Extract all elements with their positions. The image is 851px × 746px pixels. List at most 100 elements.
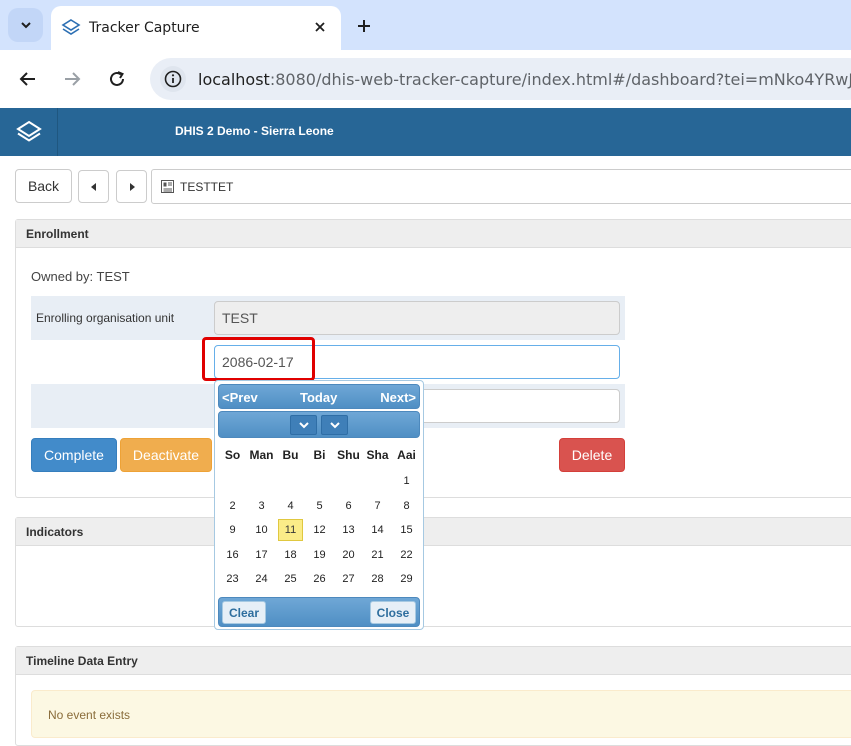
calendar-day[interactable]: 27	[334, 569, 363, 589]
chevron-down-icon	[329, 422, 340, 429]
calendar-day[interactable]: 7	[363, 496, 392, 516]
calendar-week: 23 24 25 26 27 28 29	[218, 567, 422, 592]
close-icon[interactable]	[311, 18, 329, 36]
calendar-day[interactable]: 12	[305, 520, 334, 540]
info-icon[interactable]	[160, 66, 186, 92]
weekday-label: Bi	[313, 448, 326, 462]
tab-title: Tracker Capture	[89, 20, 200, 36]
datepicker-selects	[218, 411, 420, 438]
tei-selector[interactable]: TESTTET	[151, 169, 851, 204]
calendar-day[interactable]: 28	[363, 569, 392, 589]
calendar-day[interactable]: 24	[247, 569, 276, 589]
calendar-day[interactable]: 20	[334, 545, 363, 565]
calendar-day[interactable]: 8	[392, 496, 421, 516]
calendar-day[interactable]: 9	[218, 520, 247, 540]
datepicker-close-button[interactable]: Close	[370, 601, 416, 624]
calendar-day[interactable]: 2	[218, 496, 247, 516]
caret-right-icon	[129, 182, 135, 191]
month-select[interactable]	[290, 415, 317, 435]
browser-tab[interactable]: Tracker Capture	[51, 6, 341, 50]
calendar-day[interactable]: 10	[247, 520, 276, 540]
indicators-header: Indicators	[16, 518, 851, 546]
dhis2-favicon-icon	[61, 19, 81, 35]
datepicker-next[interactable]: Next>	[380, 390, 416, 405]
weekday-label: Sha	[366, 448, 389, 462]
datepicker-popup: <Prev Today Next> So Man Bu Bi Shu Sha A…	[214, 380, 424, 630]
back-nav-button[interactable]	[14, 65, 42, 93]
weekday-label: Bu	[282, 448, 299, 462]
app-title: DHIS 2 Demo - Sierra Leone	[175, 124, 334, 138]
calendar-week: 16 17 18 19 20 21 22	[218, 543, 422, 568]
timeline-header: Timeline Data Entry	[16, 647, 851, 675]
calendar-day[interactable]: 13	[334, 520, 363, 540]
reload-button[interactable]	[103, 65, 131, 93]
datepicker-clear-button[interactable]: Clear	[222, 601, 266, 624]
calendar-day[interactable]: 5	[305, 496, 334, 516]
calendar-day[interactable]: 23	[218, 569, 247, 589]
tei-name: TESTTET	[180, 179, 234, 194]
calendar-day[interactable]: 21	[363, 545, 392, 565]
url-path: :8080/dhis-web-tracker-capture/index.htm…	[269, 69, 851, 89]
deactivate-button[interactable]: Deactivate	[120, 438, 212, 472]
weekday-header-row: So Man Bu Bi Shu Sha Aai	[218, 441, 422, 469]
dhis2-logo-icon	[15, 120, 42, 142]
complete-button[interactable]: Complete	[31, 438, 117, 472]
caret-left-icon	[90, 182, 96, 191]
calendar-day[interactable]: 26	[305, 569, 334, 589]
calendar-day[interactable]: 6	[334, 496, 363, 516]
next-tei-button[interactable]	[116, 170, 147, 203]
owned-by-text: Owned by: TEST	[31, 269, 130, 284]
profile-card-icon	[161, 180, 174, 193]
calendar-day[interactable]: 17	[247, 545, 276, 565]
chevron-down-icon	[298, 422, 309, 429]
calendar-day[interactable]: 1	[392, 471, 421, 491]
reload-icon	[110, 71, 124, 86]
weekday-label: Man	[249, 448, 274, 462]
calendar-week: 2 3 4 5 6 7 8	[218, 494, 422, 519]
url-text: localhost:8080/dhis-web-tracker-capture/…	[198, 70, 851, 89]
previous-tei-button[interactable]	[78, 170, 109, 203]
calendar-day[interactable]: 18	[276, 545, 305, 565]
calendar-day[interactable]: 14	[363, 520, 392, 540]
year-select[interactable]	[321, 415, 348, 435]
forward-nav-button[interactable]	[58, 65, 86, 93]
chevron-down-icon	[20, 22, 31, 29]
indicators-panel: Indicators	[15, 517, 851, 627]
enrollment-date-row: 2086-02-17	[31, 340, 625, 384]
org-unit-field: TEST	[214, 301, 620, 335]
calendar-day[interactable]: 4	[276, 496, 305, 516]
datepicker-header: <Prev Today Next>	[218, 384, 420, 409]
arrow-right-icon	[65, 72, 81, 86]
org-unit-label: Enrolling organisation unit	[36, 311, 175, 325]
datepicker-footer: Clear Close	[218, 597, 420, 627]
calendar-week: 9 10 11 12 13 14 15	[218, 518, 422, 543]
datepicker-prev[interactable]: <Prev	[222, 390, 258, 405]
delete-button[interactable]: Delete	[559, 438, 625, 472]
calendar-day-selected[interactable]: 11	[278, 519, 303, 542]
new-tab-button[interactable]	[352, 14, 376, 38]
arrow-left-icon	[19, 72, 35, 86]
datepicker-today[interactable]: Today	[300, 390, 337, 405]
plus-icon	[358, 20, 370, 32]
no-event-message: No event exists	[31, 690, 851, 738]
enrollment-header: Enrollment	[16, 220, 851, 248]
back-button[interactable]: Back	[15, 169, 72, 203]
calendar-day[interactable]: 3	[247, 496, 276, 516]
calendar-week: 1	[218, 469, 422, 494]
calendar-day[interactable]: 22	[392, 545, 421, 565]
highlight-annotation	[202, 337, 315, 381]
calendar-day[interactable]: 16	[218, 545, 247, 565]
calendar-grid: So Man Bu Bi Shu Sha Aai 1 2 3 4 5 6 7 8	[218, 441, 422, 592]
calendar-day[interactable]: 15	[392, 520, 421, 540]
app-header: DHIS 2 Demo - Sierra Leone	[0, 108, 851, 156]
dhis2-logo[interactable]	[0, 108, 58, 156]
address-bar[interactable]: localhost:8080/dhis-web-tracker-capture/…	[150, 58, 851, 100]
tab-search-button[interactable]	[8, 8, 43, 42]
calendar-day[interactable]: 19	[305, 545, 334, 565]
calendar-day[interactable]: 25	[276, 569, 305, 589]
browser-toolbar: localhost:8080/dhis-web-tracker-capture/…	[0, 50, 851, 108]
org-unit-row: Enrolling organisation unit TEST	[31, 296, 625, 340]
calendar-day: 29	[400, 573, 413, 586]
url-host: localhost	[198, 69, 270, 89]
weekday-label: Aai	[397, 448, 416, 462]
